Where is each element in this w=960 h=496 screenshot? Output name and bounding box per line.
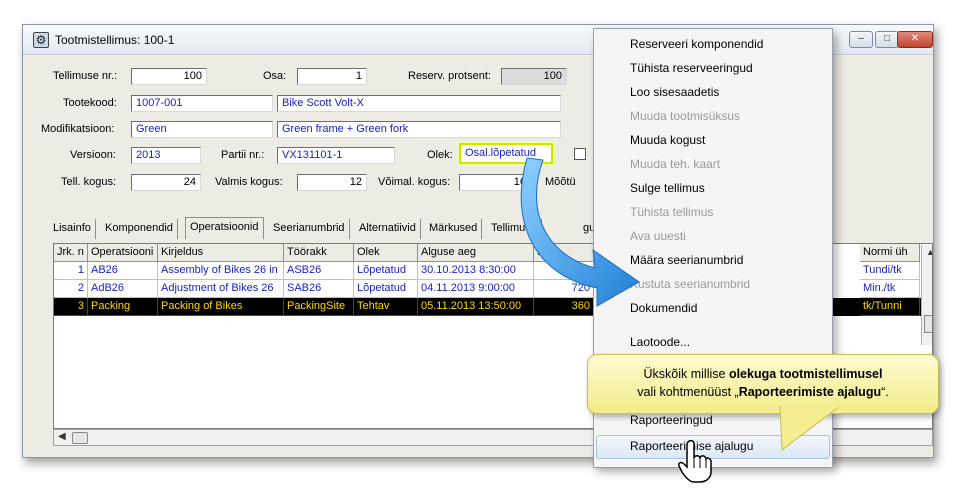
cell-norm-unit: tk/Tunni <box>860 298 920 316</box>
callout-pointer <box>779 406 841 451</box>
close-button[interactable]: ✕ <box>897 31 933 48</box>
header-status[interactable]: Olek <box>354 244 418 262</box>
menu-item-loo-sisesaadetis[interactable]: Loo sisesaadetis <box>630 85 719 99</box>
minimize-button[interactable]: – <box>849 31 873 48</box>
product-code-label: Tootekood: <box>63 97 117 109</box>
callout-bold-2: Raporteerimiste ajalugu <box>738 385 882 399</box>
reserve-pct-field: 100 <box>501 68 567 85</box>
menu-item-muuda-tootmisüksus: Muuda tootmisüksus <box>630 109 741 123</box>
cell-workcell: ASB26 <box>284 262 354 280</box>
order-qty-label: Tell. kogus: <box>61 176 117 188</box>
scroll-left-icon[interactable]: ◀ <box>58 431 66 442</box>
callout-text-2: vali kohtmenüüst „ <box>637 385 739 399</box>
horizontal-scroll-thumb[interactable] <box>72 432 88 444</box>
cell-operation: AB26 <box>88 262 158 280</box>
part-label: Osa: <box>263 70 287 82</box>
possible-qty-label: Võimal. kogus: <box>378 176 451 188</box>
tab-operatsioonid[interactable]: Operatsioonid <box>185 217 264 239</box>
hand-pointer-icon <box>678 440 712 483</box>
tab-alternatiivid[interactable]: Alternatiivid <box>355 219 421 239</box>
curved-arrow-icon <box>520 157 640 307</box>
header-norm-unit[interactable]: Normi üh <box>860 244 920 262</box>
cell-seq: 1 <box>54 262 88 280</box>
menu-item-kustuta-seerianumbrid: Kustuta seerianumbrid <box>630 277 751 291</box>
tab-komponendid[interactable]: Komponendid <box>101 219 178 239</box>
cell-norm-unit: Tundi/tk <box>860 262 920 280</box>
vertical-scroll-thumb[interactable] <box>924 315 932 333</box>
cell-status: Lõpetatud <box>354 280 418 298</box>
done-qty-label: Valmis kogus: <box>215 176 283 188</box>
version-label: Versioon: <box>70 149 116 161</box>
menu-item-tühista-reserveeringud[interactable]: Tühista reserveeringud <box>630 61 753 75</box>
grid-vertical-scrollbar[interactable]: ▲ <box>921 245 932 345</box>
modification-label: Modifikatsioon: <box>41 123 115 135</box>
order-no-field[interactable]: 100 <box>131 68 207 85</box>
cell-workcell: PackingSite <box>284 298 354 316</box>
app-window-icon: ⚙ <box>33 32 49 48</box>
cell-operation: AdB26 <box>88 280 158 298</box>
instruction-callout: Ükskõik millise olekuga tootmistellimuse… <box>587 354 939 414</box>
cell-norm-unit: Min./tk <box>860 280 920 298</box>
cell-description: Packing of Bikes <box>158 298 284 316</box>
header-workcell[interactable]: Töörakk <box>284 244 354 262</box>
cell-status: Tehtav <box>354 298 418 316</box>
cell-description: Assembly of Bikes 26 in <box>158 262 284 280</box>
menu-item-muuda-kogust[interactable]: Muuda kogust <box>630 133 705 147</box>
cell-description: Adjustment of Bikes 26 <box>158 280 284 298</box>
menu-item-määra-seerianumbrid[interactable]: Määra seerianumbrid <box>630 253 743 267</box>
cell-seq: 2 <box>54 280 88 298</box>
tab-lisainfo[interactable]: Lisainfo <box>49 219 96 239</box>
done-qty-field[interactable]: 12 <box>297 174 367 191</box>
callout-text-1: Ükskõik millise <box>643 367 729 381</box>
batch-field[interactable]: VX131101-1 <box>277 147 395 164</box>
callout-bold-1: olekuga tootmistellimusel <box>728 367 883 381</box>
cell-operation: Packing <box>88 298 158 316</box>
version-field[interactable]: 2013 <box>131 147 201 164</box>
batch-label: Partii nr.: <box>221 149 265 161</box>
order-qty-field[interactable]: 24 <box>131 174 201 191</box>
modification-field[interactable]: Green <box>131 121 273 138</box>
reserve-pct-label: Reserv. protsent: <box>408 70 491 82</box>
part-field[interactable]: 1 <box>297 68 367 85</box>
menu-item-laotoode[interactable]: Laotoode... <box>630 335 690 349</box>
status-label: Olek: <box>427 149 453 161</box>
window-title: Tootmistellimus: 100-1 <box>55 33 175 47</box>
maximize-button[interactable]: □ <box>875 31 899 48</box>
cell-status: Lõpetatud <box>354 262 418 280</box>
cell-workcell: SAB26 <box>284 280 354 298</box>
header-operation[interactable]: Operatsiooni <box>88 244 158 262</box>
menu-item-reserveeri-komponendid[interactable]: Reserveeri komponendid <box>630 37 763 51</box>
modification-desc-field: Green frame + Green fork <box>277 121 561 138</box>
menu-item-raporteeringud[interactable]: Raporteeringud <box>630 413 713 427</box>
scroll-up-icon[interactable]: ▲ <box>926 247 932 257</box>
cell-seq: 3 <box>54 298 88 316</box>
callout-text-3: “. <box>881 385 889 399</box>
tab-markused[interactable]: Märkused <box>425 219 483 239</box>
order-no-label: Tellimuse nr.: <box>53 70 118 82</box>
header-description[interactable]: Kirjeldus <box>158 244 284 262</box>
product-code-field[interactable]: 1007-001 <box>131 95 273 112</box>
header-seq[interactable]: Jrk. n <box>54 244 88 262</box>
product-name-field: Bike Scott Volt-X <box>277 95 561 112</box>
tab-seerianumbrid[interactable]: Seerianumbrid <box>269 219 350 239</box>
